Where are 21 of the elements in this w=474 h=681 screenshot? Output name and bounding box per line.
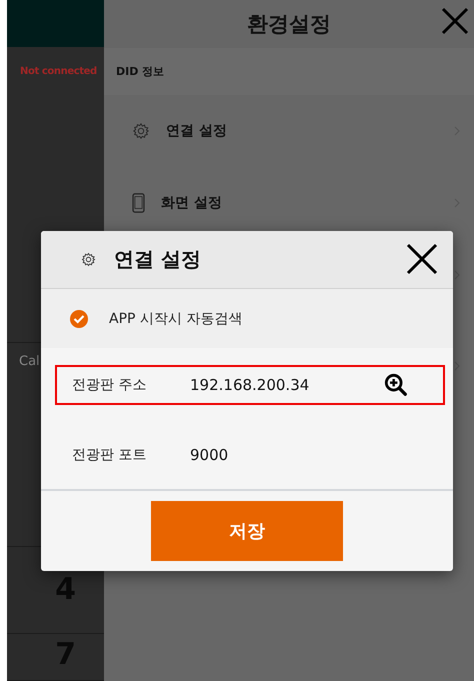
chevron-icon (454, 270, 460, 280)
settings-menu-item[interactable]: 화면 설정 (104, 167, 474, 239)
field-value[interactable]: 9000 (190, 446, 384, 464)
gear-icon (132, 122, 150, 140)
field-label: 전광판 포트 (72, 446, 148, 464)
dialog-title: 연결 설정 (114, 246, 201, 273)
field-value[interactable]: 192.168.200.34 (190, 376, 384, 394)
connection-status: Not connected (19, 66, 97, 78)
chevron-icon (454, 361, 460, 371)
save-button[interactable]: 저장 (151, 501, 343, 561)
checkbox-label: APP 시작시 자동검색 (109, 310, 242, 328)
checkbox[interactable] (69, 308, 89, 328)
section-header: DID 정보 (116, 64, 164, 79)
settings-menu-item[interactable]: 연결 설정 (104, 95, 474, 167)
field-label: 전광판 주소 (72, 376, 148, 394)
gear-icon (81, 252, 96, 267)
phone-icon (132, 193, 145, 213)
list-cell-text: Cal (19, 354, 40, 370)
zoom-in-icon[interactable] (384, 373, 408, 397)
settings-title: 환경설정 (247, 11, 331, 38)
close-icon[interactable] (405, 242, 439, 276)
